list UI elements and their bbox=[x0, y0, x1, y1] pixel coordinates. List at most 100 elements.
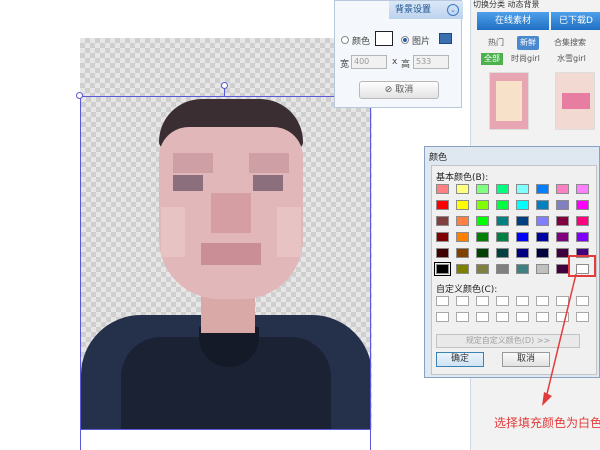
basic-color-swatch[interactable] bbox=[456, 232, 469, 242]
custom-color-swatch[interactable] bbox=[516, 296, 529, 306]
custom-color-swatch[interactable] bbox=[496, 296, 509, 306]
subtab-new[interactable]: 新鲜 bbox=[517, 36, 539, 50]
basic-color-swatch[interactable] bbox=[436, 216, 449, 226]
cancel-button-label: 取消 bbox=[395, 85, 414, 95]
frame-guide-left bbox=[80, 430, 81, 450]
background-settings-title-text: 背景设置 bbox=[395, 5, 432, 15]
basic-color-swatch[interactable] bbox=[536, 184, 549, 194]
basic-color-swatch[interactable] bbox=[476, 184, 489, 194]
basic-color-swatch[interactable] bbox=[516, 232, 529, 242]
basic-color-swatch[interactable] bbox=[456, 200, 469, 210]
ok-button[interactable]: 确定 bbox=[436, 352, 484, 367]
face-mosaic-1 bbox=[173, 153, 213, 173]
basic-color-swatch[interactable] bbox=[476, 232, 489, 242]
chevron-down-icon[interactable]: ⌄ bbox=[447, 4, 459, 16]
basic-color-swatch[interactable] bbox=[536, 248, 549, 258]
custom-color-swatch[interactable] bbox=[456, 296, 469, 306]
background-settings-title[interactable]: 背景设置 ⌄ bbox=[389, 1, 463, 19]
basic-color-swatch[interactable] bbox=[456, 184, 469, 194]
basic-color-swatch[interactable] bbox=[476, 216, 489, 226]
basic-color-swatch[interactable] bbox=[434, 262, 451, 276]
cancel-icon: ⊘ bbox=[384, 85, 396, 95]
tab-online-materials[interactable]: 在线素材 bbox=[477, 12, 549, 30]
custom-color-swatch[interactable] bbox=[476, 296, 489, 306]
x-symbol: x bbox=[392, 57, 398, 67]
basic-color-swatch[interactable] bbox=[496, 184, 509, 194]
filter-sweet[interactable]: 水雪girl bbox=[557, 53, 586, 65]
color-radio[interactable] bbox=[341, 36, 349, 44]
height-input[interactable]: 533 bbox=[413, 55, 449, 69]
basic-color-swatch[interactable] bbox=[556, 216, 569, 226]
basic-color-swatch[interactable] bbox=[436, 200, 449, 210]
subtab-collection[interactable]: 合集搜索 bbox=[551, 36, 589, 50]
cancel-button[interactable]: ⊘ 取消 bbox=[359, 81, 439, 99]
custom-color-swatch[interactable] bbox=[436, 312, 449, 322]
basic-color-swatch[interactable] bbox=[456, 264, 469, 274]
basic-color-swatch[interactable] bbox=[456, 248, 469, 258]
basic-color-swatch[interactable] bbox=[436, 184, 449, 194]
basic-color-swatch[interactable] bbox=[536, 200, 549, 210]
custom-colors-label: 自定义颜色(C): bbox=[436, 285, 498, 295]
tab-downloaded[interactable]: 已下载D bbox=[551, 12, 600, 30]
color-radio-label: 颜色 bbox=[352, 37, 371, 47]
filter-fashion[interactable]: 时尚girl bbox=[511, 53, 540, 65]
annotation-text: 选择填充颜色为白色 bbox=[494, 416, 600, 430]
person-neck bbox=[201, 293, 255, 333]
basic-color-swatch[interactable] bbox=[496, 200, 509, 210]
material-thumbnail[interactable] bbox=[489, 72, 529, 130]
category-tabs[interactable]: 切换分类 动态背景 bbox=[471, 0, 600, 12]
basic-color-swatch[interactable] bbox=[536, 232, 549, 242]
basic-color-swatch[interactable] bbox=[576, 200, 589, 210]
basic-color-swatch[interactable] bbox=[516, 264, 529, 274]
face-mosaic-6 bbox=[201, 243, 261, 265]
height-label: 高 bbox=[401, 60, 411, 70]
custom-color-swatch[interactable] bbox=[436, 296, 449, 306]
basic-color-swatch[interactable] bbox=[476, 200, 489, 210]
basic-color-swatch[interactable] bbox=[496, 248, 509, 258]
custom-color-swatch[interactable] bbox=[476, 312, 489, 322]
basic-color-swatch[interactable] bbox=[496, 264, 509, 274]
custom-color-swatch[interactable] bbox=[516, 312, 529, 322]
basic-color-swatch[interactable] bbox=[556, 184, 569, 194]
custom-color-swatch[interactable] bbox=[456, 312, 469, 322]
basic-color-swatch[interactable] bbox=[516, 200, 529, 210]
photo-frame[interactable] bbox=[80, 96, 371, 430]
basic-color-swatch[interactable] bbox=[436, 248, 449, 258]
basic-color-swatch[interactable] bbox=[576, 232, 589, 242]
width-input[interactable]: 400 bbox=[351, 55, 387, 69]
thumbnail-art bbox=[496, 81, 522, 121]
basic-color-swatch[interactable] bbox=[476, 248, 489, 258]
custom-color-swatch[interactable] bbox=[496, 312, 509, 322]
rotate-handle[interactable] bbox=[221, 82, 228, 89]
basic-colors-label: 基本颜色(B): bbox=[436, 173, 489, 183]
face-mosaic-7 bbox=[161, 207, 185, 257]
resize-handle-top-left[interactable] bbox=[76, 92, 83, 99]
face-mosaic-4 bbox=[253, 175, 283, 191]
face-mosaic-2 bbox=[249, 153, 289, 173]
basic-color-swatch[interactable] bbox=[476, 264, 489, 274]
filter-all[interactable]: 全部 bbox=[481, 53, 503, 65]
basic-color-swatch[interactable] bbox=[576, 216, 589, 226]
basic-color-swatch[interactable] bbox=[516, 184, 529, 194]
image-radio[interactable] bbox=[401, 36, 409, 44]
image-radio-label: 图片 bbox=[412, 37, 431, 47]
basic-color-swatch[interactable] bbox=[496, 216, 509, 226]
basic-color-swatch[interactable] bbox=[556, 232, 569, 242]
basic-color-swatch[interactable] bbox=[556, 200, 569, 210]
frame-guide-right bbox=[370, 430, 371, 450]
basic-color-swatch[interactable] bbox=[496, 232, 509, 242]
basic-color-swatch[interactable] bbox=[516, 216, 529, 226]
basic-color-swatch[interactable] bbox=[576, 184, 589, 194]
picture-icon[interactable] bbox=[439, 33, 452, 44]
color-swatch[interactable] bbox=[375, 31, 393, 46]
color-dialog-title: 颜色 bbox=[429, 153, 448, 163]
basic-color-swatch[interactable] bbox=[436, 232, 449, 242]
basic-color-swatch[interactable] bbox=[536, 216, 549, 226]
basic-color-swatch[interactable] bbox=[516, 248, 529, 258]
subtab-hot[interactable]: 热门 bbox=[485, 36, 507, 50]
annotation-arrow-icon bbox=[542, 273, 577, 406]
basic-color-swatch[interactable] bbox=[456, 216, 469, 226]
thumbnail-art bbox=[562, 93, 590, 109]
material-thumbnail[interactable] bbox=[555, 72, 595, 130]
face-mosaic-3 bbox=[173, 175, 203, 191]
